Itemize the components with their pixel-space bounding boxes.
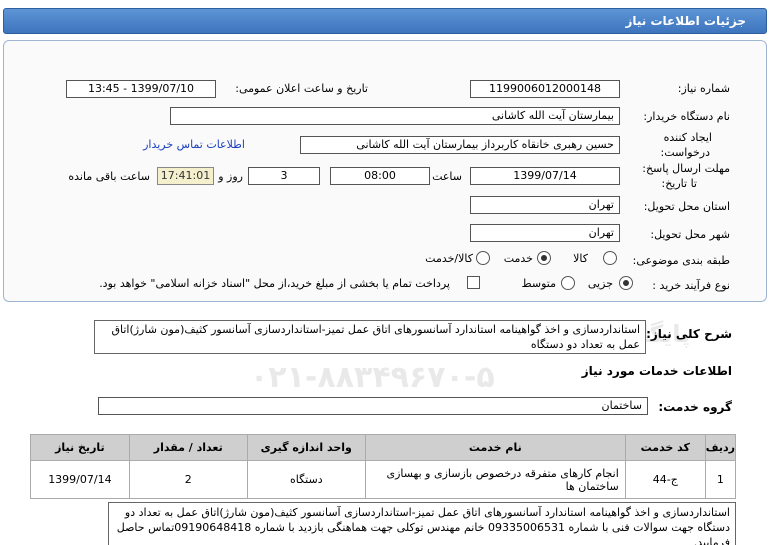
category-option-goods: کالا: [573, 252, 588, 265]
row-index: 1: [704, 460, 737, 499]
treasury-payment-checkbox[interactable]: [467, 276, 480, 289]
announce-date-label: تاریخ و ساعت اعلان عمومی:: [235, 82, 368, 95]
service-group-label: گروه خدمت:: [658, 400, 732, 414]
row-qty: 2: [128, 460, 248, 499]
category-radio-goods[interactable]: [603, 251, 617, 265]
city-label: شهر محل تحویل:: [650, 228, 730, 241]
purchase-type-label: نوع فرآیند خرید :: [652, 279, 730, 292]
announce-date-field: 1399/07/10 - 13:45: [66, 80, 216, 98]
deadline-label-line2: تا تاریخ:: [661, 177, 697, 190]
category-radio-goods-service[interactable]: [476, 251, 490, 265]
purchase-option-medium: متوسط: [521, 277, 556, 290]
remaining-time-label: ساعت باقی مانده: [68, 170, 150, 183]
creator-label-line1: ایجاد کننده: [663, 131, 712, 144]
row-name: انجام کارهای متفرقه درخصوص بازسازی و بهس…: [364, 460, 626, 499]
purchase-option-minor: جزیی: [587, 277, 613, 290]
col-unit: واحد اندازه گیری: [246, 434, 366, 461]
need-number-field: 1199006012000148: [470, 80, 620, 98]
page-title: جزئیات اطلاعات نیاز: [625, 14, 746, 28]
col-date: تاریخ نیاز: [30, 434, 130, 461]
purchase-radio-minor[interactable]: [619, 276, 633, 290]
row-code: ج-44: [624, 460, 706, 499]
buyer-contact-link[interactable]: اطلاعات تماس خریدار: [143, 138, 245, 151]
treasury-payment-note: پرداخت تمام یا بخشی از مبلغ خرید،از محل …: [99, 277, 450, 290]
col-index: ردیف: [704, 434, 737, 461]
services-table: ردیف کد خدمت نام خدمت واحد اندازه گیری ت…: [30, 434, 737, 499]
summary-text: استانداردسازی و اخذ گواهینامه استاندارد …: [94, 320, 646, 354]
summary-label: شرح کلی نیاز:: [646, 327, 732, 341]
province-field: تهران: [470, 196, 620, 214]
need-number-label: شماره نیاز:: [677, 82, 730, 95]
buyer-name-label: نام دستگاه خریدار:: [643, 110, 730, 123]
category-option-goods-service: کالا/خدمت: [425, 252, 473, 265]
deadline-label-line1: مهلت ارسال پاسخ:: [642, 162, 730, 175]
col-code: کد خدمت: [624, 434, 706, 461]
buyer-name-field: بیمارستان آیت الله کاشانی: [170, 107, 620, 125]
services-section-title: اطلاعات خدمات مورد نیاز: [581, 364, 732, 378]
category-option-service: خدمت: [503, 252, 533, 265]
col-qty: تعداد / مقدار: [128, 434, 248, 461]
deadline-date-field: 1399/07/14: [470, 167, 620, 185]
deadline-time-field: 08:00: [330, 167, 430, 185]
buyer-notes-text: استانداردسازی و اخذ گواهینامه استاندارد …: [108, 502, 736, 545]
creator-label-line2: درخواست:: [660, 146, 710, 159]
services-table-header: ردیف کد خدمت نام خدمت واحد اندازه گیری ت…: [30, 434, 737, 461]
purchase-radio-medium[interactable]: [561, 276, 575, 290]
remaining-time-field: 17:41:01: [157, 167, 214, 185]
remaining-days-label: روز و: [218, 170, 243, 183]
remaining-days-field: 3: [248, 167, 320, 185]
deadline-time-label: ساعت: [432, 170, 462, 183]
col-name: نام خدمت: [364, 434, 626, 461]
category-label: طبقه بندی موضوعی:: [632, 254, 730, 267]
watermark-phone: ۰۲۱-۸۸۳۴۹۶۷۰-۵: [250, 360, 495, 395]
category-radio-service[interactable]: [537, 251, 551, 265]
row-date: 1399/07/14: [30, 460, 130, 499]
service-group-field: ساختمان: [98, 397, 648, 415]
page-header: جزئیات اطلاعات نیاز: [3, 8, 767, 34]
row-unit: دستگاه: [246, 460, 366, 499]
creator-field: حسین رهبری خانقاه کاربرداز بیمارستان آیت…: [300, 136, 620, 154]
city-field: تهران: [470, 224, 620, 242]
table-row: 1 ج-44 انجام کارهای متفرقه درخصوص بازساز…: [30, 460, 737, 499]
province-label: استان محل تحویل:: [643, 200, 730, 213]
